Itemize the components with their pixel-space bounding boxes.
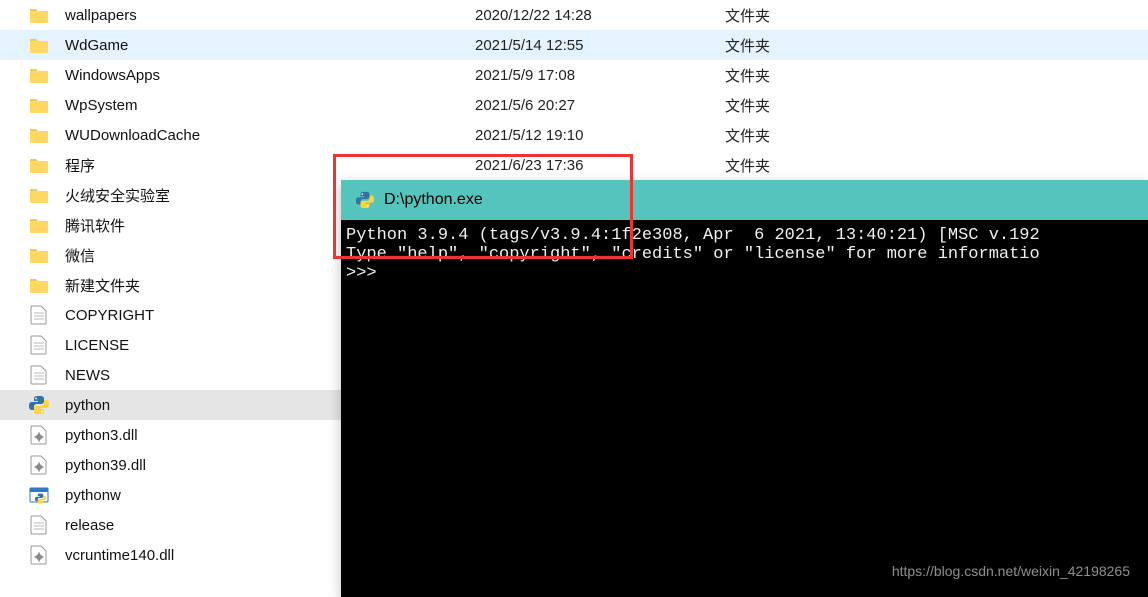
dll-file-icon xyxy=(28,544,50,566)
python-icon xyxy=(356,191,374,209)
folder-icon xyxy=(28,4,50,26)
file-date: 2021/5/14 12:55 xyxy=(475,37,725,54)
watermark-text: https://blog.csdn.net/weixin_42198265 xyxy=(892,563,1130,579)
folder-icon xyxy=(28,154,50,176)
file-type: 文件夹 xyxy=(725,95,875,116)
text-file-icon xyxy=(28,334,50,356)
file-row[interactable]: wallpapers2020/12/22 14:28文件夹 xyxy=(0,0,1148,30)
folder-icon xyxy=(28,34,50,56)
folder-icon xyxy=(28,184,50,206)
text-file-icon xyxy=(28,364,50,386)
folder-icon xyxy=(28,244,50,266)
file-name: WUDownloadCache xyxy=(65,127,475,144)
file-type: 文件夹 xyxy=(725,35,875,56)
dll-file-icon xyxy=(28,424,50,446)
pythonw-icon xyxy=(28,484,50,506)
file-date: 2021/5/12 19:10 xyxy=(475,127,725,144)
console-line-1: Python 3.9.4 (tags/v3.9.4:1f2e308, Apr 6… xyxy=(346,226,1040,245)
file-name: WdGame xyxy=(65,37,475,54)
file-type: 文件夹 xyxy=(725,5,875,26)
file-row[interactable]: 程序2021/6/23 17:36文件夹 xyxy=(0,150,1148,180)
console-title: D:\python.exe xyxy=(384,191,483,209)
python-icon xyxy=(28,394,50,416)
folder-icon xyxy=(28,94,50,116)
file-name: WpSystem xyxy=(65,97,475,114)
file-row[interactable]: WpSystem2021/5/6 20:27文件夹 xyxy=(0,90,1148,120)
console-window[interactable]: D:\python.exe Python 3.9.4 (tags/v3.9.4:… xyxy=(341,180,1148,597)
file-name: WindowsApps xyxy=(65,67,475,84)
console-line-2: Type "help", "copyright", "credits" or "… xyxy=(346,245,1040,264)
file-date: 2021/5/9 17:08 xyxy=(475,67,725,84)
file-name: wallpapers xyxy=(65,7,475,24)
folder-icon xyxy=(28,214,50,236)
file-type: 文件夹 xyxy=(725,125,875,146)
file-name: 程序 xyxy=(65,155,475,176)
console-titlebar[interactable]: D:\python.exe xyxy=(341,180,1148,220)
file-date: 2020/12/22 14:28 xyxy=(475,7,725,24)
console-prompt[interactable]: >>> xyxy=(346,264,377,283)
text-file-icon xyxy=(28,304,50,326)
file-date: 2021/5/6 20:27 xyxy=(475,97,725,114)
file-row[interactable]: WindowsApps2021/5/9 17:08文件夹 xyxy=(0,60,1148,90)
text-file-icon xyxy=(28,514,50,536)
console-output[interactable]: Python 3.9.4 (tags/v3.9.4:1f2e308, Apr 6… xyxy=(341,220,1148,597)
file-date: 2021/6/23 17:36 xyxy=(475,157,725,174)
file-type: 文件夹 xyxy=(725,65,875,86)
folder-icon xyxy=(28,274,50,296)
file-type: 文件夹 xyxy=(725,155,875,176)
folder-icon xyxy=(28,64,50,86)
file-row[interactable]: WdGame2021/5/14 12:55文件夹 xyxy=(0,30,1148,60)
file-row[interactable]: WUDownloadCache2021/5/12 19:10文件夹 xyxy=(0,120,1148,150)
dll-file-icon xyxy=(28,454,50,476)
folder-icon xyxy=(28,124,50,146)
